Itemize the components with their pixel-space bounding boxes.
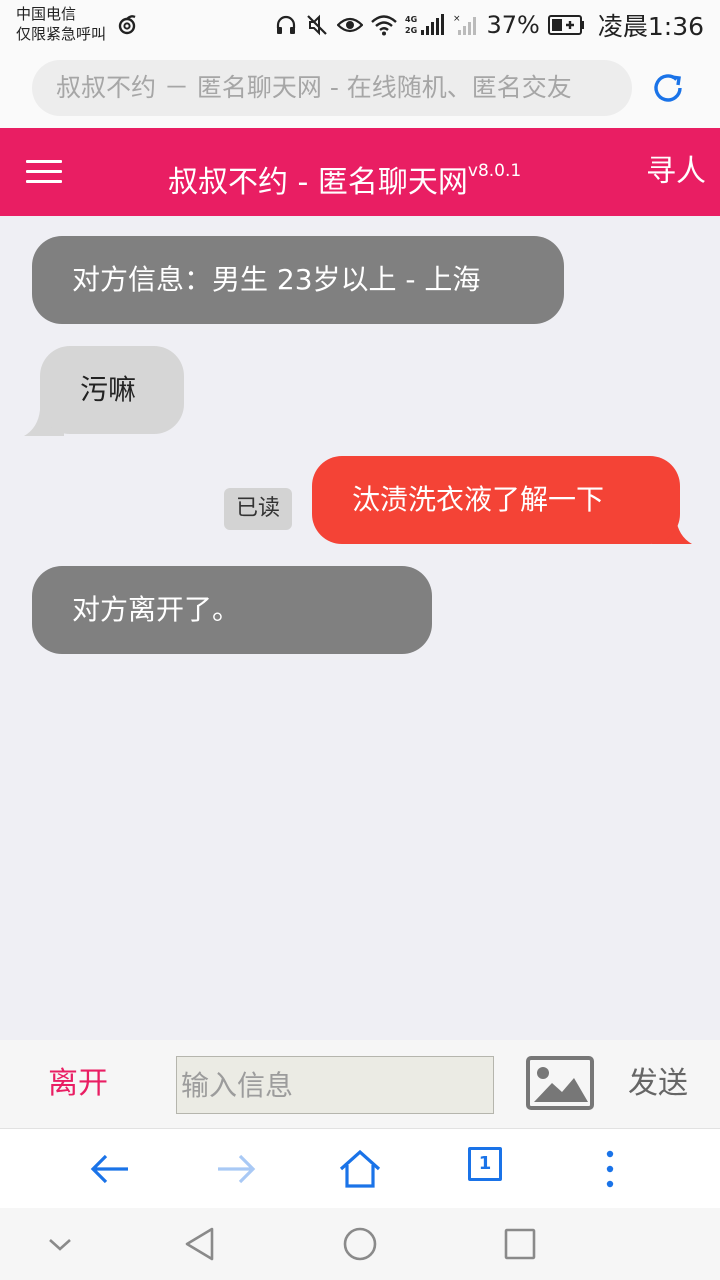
carrier-name: 中国电信 [16,5,77,23]
collapse-chevron-icon[interactable] [42,1226,78,1262]
svg-text:×: × [453,14,461,24]
outgoing-message: 汰渍洗衣液了解一下 [312,456,680,544]
mute-icon [306,14,327,36]
recents-square-icon[interactable] [502,1226,538,1262]
emergency-only-label: 仅限紧急呼叫 [16,25,107,43]
find-person-button[interactable]: 寻人 [646,150,706,194]
message-input-bar: 离开 发送 [0,1040,720,1128]
hamburger-menu-icon[interactable] [26,160,62,184]
status-bar: 中国电信 仅限紧急呼叫 4G 2G × 37% 凌晨1:36 [0,0,720,50]
status-icons: 4G 2G × 37% 凌晨1:36 [275,8,704,42]
headset-icon [276,15,295,34]
app-version: v8.0.1 [467,161,522,181]
image-icon[interactable] [526,1056,594,1110]
message-input[interactable] [176,1056,494,1114]
tabs-icon[interactable]: 1 [468,1147,512,1191]
system-message-partner-info: 对方信息：男生 23岁以上 - 上海 [32,236,564,324]
system-nav-bar [0,1208,720,1280]
clock: 凌晨1:36 [597,12,704,41]
back-arrow-icon[interactable] [88,1147,132,1191]
carrier-logo-icon [118,15,136,35]
page-title: 叔叔不约 - 匿名聊天网v8.0.1 [168,146,521,208]
browser-toolbar: 1 [0,1128,720,1208]
chat-area[interactable]: 对方信息：男生 23岁以上 - 上海 污嘛 已读 汰渍洗衣液了解一下 对方离开了… [0,216,720,1040]
site-name: 叔叔不约 - 匿名聊天网 [168,165,468,200]
signal-4g-icon: 4G 2G [405,14,444,35]
carrier-info: 中国电信 仅限紧急呼叫 [16,4,106,44]
system-message-partner-left: 对方离开了。 [32,566,432,654]
browser-address-bar: 叔叔不约 － 匿名聊天网 - 在线随机、匿名交友 [0,50,720,128]
url-field[interactable]: 叔叔不约 － 匿名聊天网 - 在线随机、匿名交友 [32,60,632,116]
wifi-icon [370,15,397,36]
back-triangle-icon[interactable] [182,1226,218,1262]
app-header: 叔叔不约 - 匿名聊天网v8.0.1 寻人 [0,128,720,216]
battery-percent: 37% [486,11,540,39]
leave-button[interactable]: 离开 [48,1062,108,1106]
send-button[interactable]: 发送 [628,1062,688,1106]
home-circle-icon[interactable] [342,1226,378,1262]
forward-arrow-icon[interactable] [214,1147,258,1191]
tab-count: 1 [468,1147,502,1181]
battery-icon [547,15,584,35]
svg-text:4G: 4G [405,15,417,24]
signal-no-sim-icon: × [453,14,476,35]
incoming-message: 污嘛 [40,346,184,434]
read-status-badge: 已读 [224,488,292,530]
reload-icon[interactable] [648,68,688,108]
more-menu-icon[interactable] [588,1147,632,1191]
home-icon[interactable] [338,1147,382,1191]
svg-text:2G: 2G [405,26,417,35]
eye-icon [336,17,363,33]
